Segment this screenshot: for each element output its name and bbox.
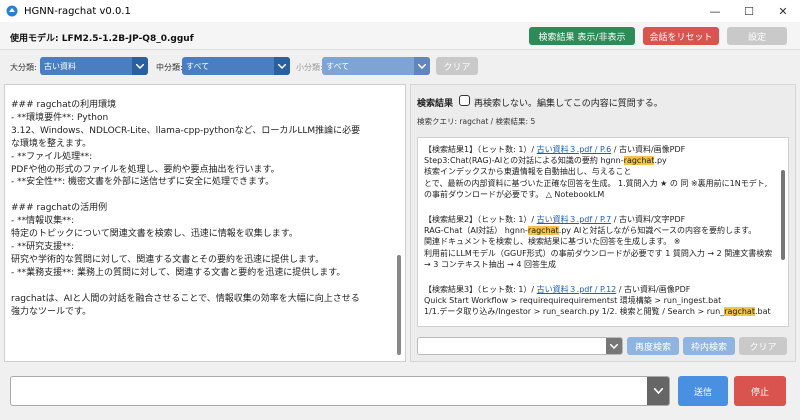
results-heading: 検索結果 (417, 99, 454, 109)
window-title: HGNN-ragchat v0.0.1 (24, 5, 131, 17)
results-list[interactable]: 【検索結果1】（ヒット数: 1）/ 古い資料３.pdf / P.6 / 古い資料… (417, 137, 789, 327)
in-frame-search-button[interactable]: 枠内検索 (683, 337, 735, 355)
answer-scrollbar[interactable] (397, 255, 401, 355)
results-search-input[interactable] (417, 337, 623, 355)
chevron-down-icon (132, 57, 148, 75)
no-research-checkbox[interactable] (459, 95, 470, 106)
result-link[interactable]: 古い資料３.pdf / P.6 (537, 145, 612, 154)
stop-button[interactable]: 停止 (734, 376, 786, 406)
search-query-info: 検索クエリ: ragchat / 検索結果: 5 (417, 117, 536, 126)
answer-text: ### ragchatの利用環境 - **環境要件**: Python 3.12… (11, 100, 361, 317)
reset-conversation-button[interactable]: 会話をリセット (643, 27, 719, 45)
maximize-button[interactable]: ☐ (732, 0, 766, 22)
result-link[interactable]: 古い資料３.pdf / P.12 (537, 285, 617, 294)
list-item: 【検索結果1】（ヒット数: 1）/ 古い資料３.pdf / P.6 / 古い資料… (424, 145, 768, 199)
major-category-label: 大分類: (10, 63, 37, 72)
results-clear-button[interactable]: クリア (739, 337, 787, 355)
chevron-down-icon[interactable] (606, 338, 622, 354)
filter-bar: 大分類: 古い資料 中分類: すべて 小分類: すべて クリア (0, 50, 800, 82)
send-button[interactable]: 送信 (678, 376, 728, 406)
middle-category-value: すべて (186, 61, 210, 71)
major-category-select[interactable]: 古い資料 (40, 57, 148, 75)
model-label: 使用モデル: LFM2.5-1.2B-JP-Q8_0.gguf (10, 34, 194, 44)
chevron-down-icon (414, 57, 430, 75)
minimize-button[interactable]: — (698, 0, 732, 22)
chevron-down-icon[interactable] (647, 377, 669, 405)
message-input[interactable] (10, 376, 670, 406)
no-research-checkbox-label: 再検索しない。編集してこの内容に質問する。 (474, 99, 663, 109)
answer-panel[interactable]: ### ragchatの利用環境 - **環境要件**: Python 3.12… (4, 84, 406, 362)
toggle-results-button[interactable]: 検索結果 表示/非表示 (529, 27, 635, 45)
middle-category-label: 中分類: (156, 63, 183, 72)
results-scrollbar[interactable] (781, 170, 785, 260)
re-search-button[interactable]: 再度検索 (627, 337, 679, 355)
title-bar: HGNN-ragchat v0.0.1 — ☐ ✕ (0, 0, 800, 22)
major-category-value: 古い資料 (44, 61, 76, 71)
toolbar: 使用モデル: LFM2.5-1.2B-JP-Q8_0.gguf 検索結果 表示/… (0, 22, 800, 50)
result-link[interactable]: 古い資料３.pdf / P.7 (537, 215, 612, 224)
settings-button[interactable]: 設定 (727, 27, 787, 45)
list-item: 【検索結果3】（ヒット数: 1）/ 古い資料３.pdf / P.12 / 古い資… (424, 285, 771, 317)
filter-clear-button[interactable]: クリア (436, 57, 478, 75)
search-results-panel: 検索結果 再検索しない。編集してこの内容に質問する。 検索クエリ: ragcha… (410, 84, 796, 362)
minor-category-label: 小分類: (296, 63, 323, 72)
app-logo-icon (6, 5, 18, 17)
close-button[interactable]: ✕ (766, 0, 800, 22)
chevron-down-icon (274, 57, 290, 75)
minor-category-value: すべて (326, 61, 350, 71)
list-item: 【検索結果2】（ヒット数: 1）/ 古い資料３.pdf / P.7 / 古い資料… (424, 215, 773, 269)
minor-category-select[interactable]: すべて (322, 57, 430, 75)
middle-category-select[interactable]: すべて (182, 57, 290, 75)
composer: 送信 停止 (0, 366, 800, 420)
